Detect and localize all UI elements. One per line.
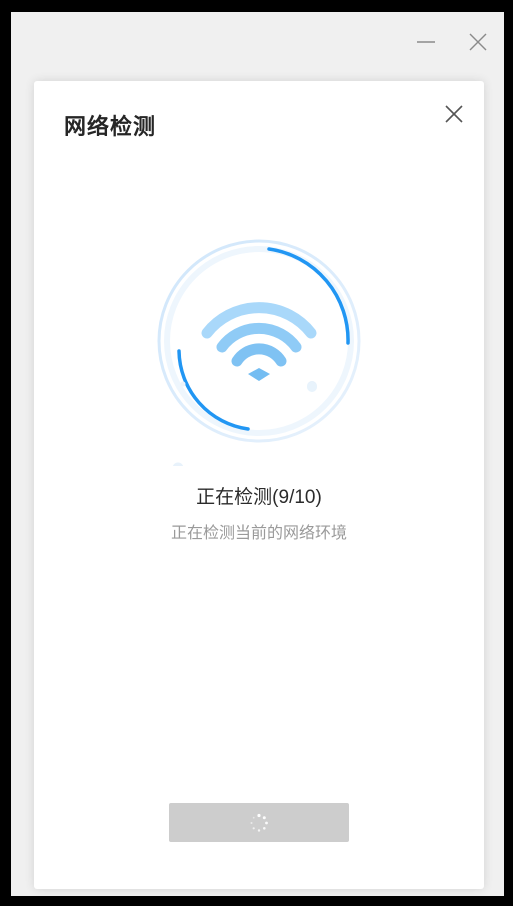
dialog-title: 网络检测	[64, 114, 157, 139]
loading-spinner-icon	[250, 813, 268, 832]
minimize-button[interactable]	[411, 29, 441, 55]
app-window: 网络检测 正在检测(9/10) 正在检测当前的网络环境	[11, 12, 504, 896]
window-close-button[interactable]	[463, 29, 493, 55]
check-action-button[interactable]	[169, 803, 349, 842]
scan-ring	[157, 239, 361, 443]
close-icon	[469, 33, 487, 51]
close-icon	[445, 105, 463, 123]
status-subtitle: 正在检测当前的网络环境	[170, 525, 347, 542]
status-title: 正在检测(9/10)	[196, 487, 322, 508]
wifi-scan-graphic	[157, 239, 361, 466]
dialog-close-button[interactable]	[439, 99, 469, 129]
minimize-icon	[417, 41, 435, 43]
network-check-dialog: 网络检测 正在检测(9/10) 正在检测当前的网络环境	[34, 81, 484, 889]
wifi-icon	[201, 302, 317, 381]
